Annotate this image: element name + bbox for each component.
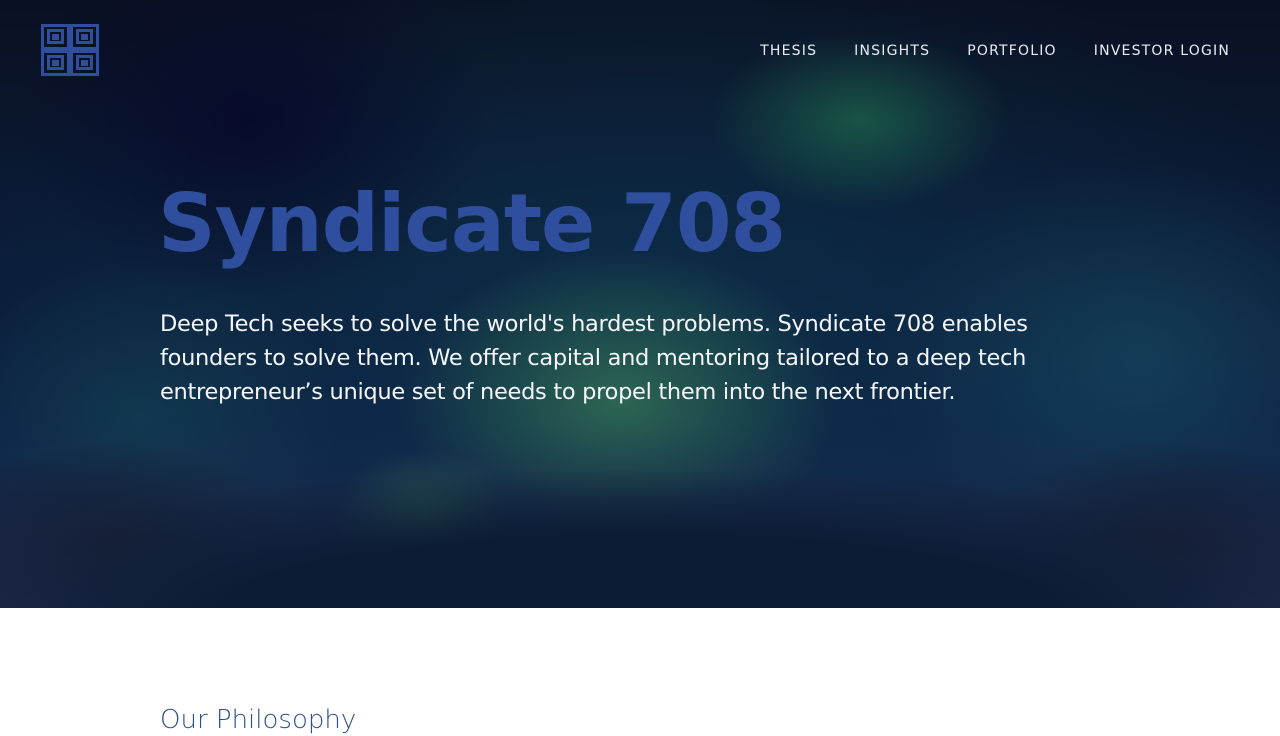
hero-section: THESIS INSIGHTS PORTFOLIO INVESTOR LOGIN… — [0, 0, 1280, 608]
hero-bottom-curve — [0, 428, 1280, 608]
main-nav: THESIS INSIGHTS PORTFOLIO INVESTOR LOGIN — [723, 41, 1230, 61]
nav-thesis-link[interactable]: THESIS — [760, 41, 817, 61]
interlocking-squares-logo-icon[interactable] — [41, 24, 99, 76]
nav-portfolio-link[interactable]: PORTFOLIO — [967, 41, 1057, 61]
philosophy-heading: Our Philosophy — [160, 705, 357, 735]
hero-tagline: Deep Tech seeks to solve the world's har… — [160, 311, 1028, 405]
nav-insights-link[interactable]: INSIGHTS — [854, 41, 930, 61]
hero-title: Syndicate 708 — [158, 177, 786, 270]
nav-investor-login-link[interactable]: INVESTOR LOGIN — [1094, 41, 1230, 61]
